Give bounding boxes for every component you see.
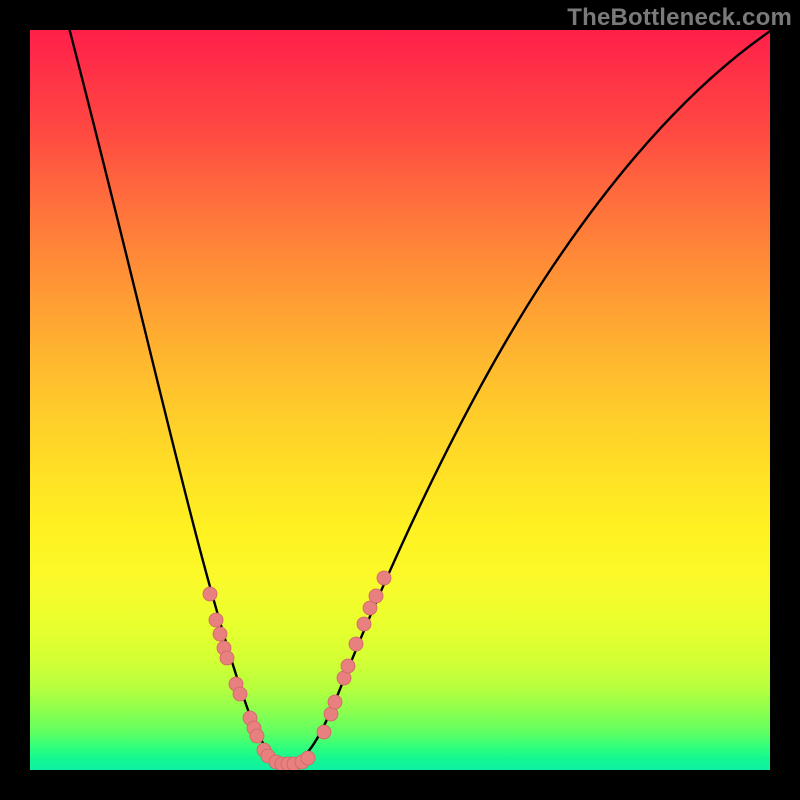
data-dot	[341, 659, 355, 673]
data-dot	[317, 725, 331, 739]
chart-stage: TheBottleneck.com	[0, 0, 800, 800]
data-dot	[233, 687, 247, 701]
plot-area	[30, 30, 770, 770]
bottleneck-curve	[67, 30, 770, 764]
data-dot	[220, 651, 234, 665]
curve-layer	[30, 30, 770, 770]
data-dot	[209, 613, 223, 627]
watermark-text: TheBottleneck.com	[567, 4, 792, 32]
data-dot	[203, 587, 217, 601]
data-dot	[349, 637, 363, 651]
data-dot	[301, 751, 315, 765]
data-dot	[213, 627, 227, 641]
data-dot	[250, 729, 264, 743]
data-dot	[377, 571, 391, 585]
data-dot	[328, 695, 342, 709]
data-dot	[369, 589, 383, 603]
data-dot	[357, 617, 371, 631]
